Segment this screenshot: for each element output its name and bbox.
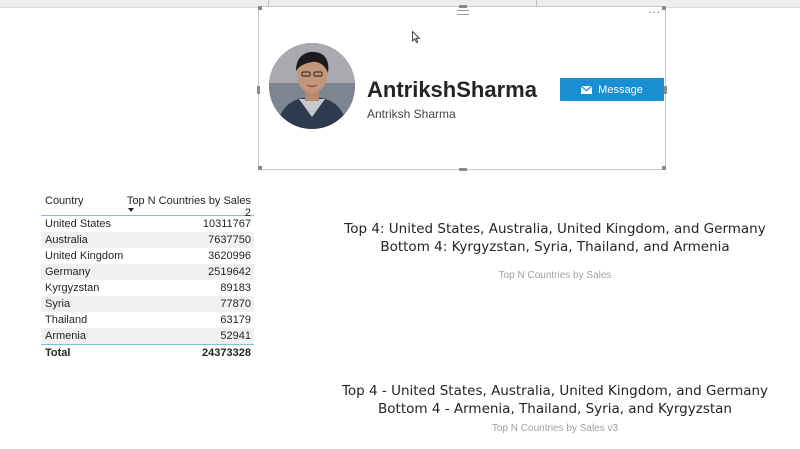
resize-handle-bottom-right[interactable] — [662, 166, 666, 170]
cell-country: Australia — [45, 234, 88, 246]
resize-handle-top-right[interactable] — [662, 6, 666, 10]
table-total-row: Total 24373328 — [41, 344, 254, 362]
table-row[interactable]: Germany 2519642 — [41, 264, 254, 280]
table-row[interactable]: Australia 7637750 — [41, 232, 254, 248]
cell-value: 7637750 — [208, 234, 251, 246]
avatar — [269, 43, 355, 129]
avatar-photo — [269, 43, 355, 129]
cell-country: Syria — [45, 298, 71, 310]
profile-name: AntrikshSharma — [367, 77, 537, 102]
topn-line-bottom: Bottom 4: Kyrgyzstan, Syria, Thailand, a… — [380, 239, 730, 255]
resize-handle-bottom-left[interactable] — [258, 166, 262, 170]
cell-country: Armenia — [45, 330, 86, 342]
cell-value: 10311767 — [202, 218, 251, 230]
cell-country: Germany — [45, 266, 91, 278]
total-label: Total — [45, 347, 71, 359]
cell-country: Thailand — [45, 314, 88, 326]
topn-text-card-2[interactable]: Top 4 - United States, Australia, United… — [310, 382, 800, 434]
sort-descending-icon[interactable] — [128, 208, 134, 212]
table-row[interactable]: United States 10311767 — [41, 216, 254, 232]
message-button-label: Message — [598, 83, 643, 96]
table-row[interactable]: Kyrgyzstan 89183 — [41, 280, 254, 296]
topn-text-card-1[interactable]: Top 4: United States, Australia, United … — [310, 220, 800, 281]
profile-subtitle: Antriksh Sharma — [367, 107, 456, 121]
cell-country: Kyrgyzstan — [45, 282, 100, 294]
cell-value: 52941 — [220, 330, 251, 342]
resize-handle-bottom[interactable] — [459, 168, 467, 171]
column-header-country[interactable]: Country — [41, 193, 123, 215]
topn-caption: Top N Countries by Sales — [498, 270, 612, 281]
more-options-icon[interactable]: ··· — [648, 8, 661, 19]
topn-line-top: Top 4: United States, Australia, United … — [344, 221, 766, 237]
resize-handle-right[interactable] — [664, 86, 667, 94]
resize-handle-top[interactable] — [459, 5, 467, 8]
topn-caption: Top N Countries by Sales v3 — [491, 423, 619, 434]
table-row[interactable]: United Kingdom 3620996 — [41, 248, 254, 264]
drag-grip-icon[interactable] — [457, 10, 469, 15]
profile-card-visual[interactable]: ··· AntrikshSharma Antriksh Sharma Messa… — [257, 5, 667, 171]
total-value: 24373328 — [202, 347, 251, 359]
cell-country: United Kingdom — [45, 250, 124, 262]
cell-value: 89183 — [220, 282, 251, 294]
resize-handle-left[interactable] — [257, 86, 260, 94]
cell-value: 2519642 — [208, 266, 251, 278]
topn-line-top: Top 4 - United States, Australia, United… — [341, 383, 769, 399]
table-header: Country Top N Countries by Sales 2 — [41, 193, 254, 219]
column-header-topn[interactable]: Top N Countries by Sales 2 — [123, 193, 254, 219]
cell-country: United States — [45, 218, 112, 230]
mouse-pointer-icon — [412, 31, 420, 43]
cell-value: 63179 — [220, 314, 251, 326]
topn-line-bottom: Bottom 4 - Armenia, Thailand, Syria, and… — [378, 401, 732, 417]
resize-handle-top-left[interactable] — [258, 6, 262, 10]
table-row[interactable]: Thailand 63179 — [41, 312, 254, 328]
table-row[interactable]: Armenia 52941 — [41, 328, 254, 344]
message-button[interactable]: Message — [560, 78, 664, 101]
cell-value: 3620996 — [208, 250, 251, 262]
cell-value: 77870 — [220, 298, 251, 310]
table-row[interactable]: Syria 77870 — [41, 296, 254, 312]
sales-table[interactable]: Country Top N Countries by Sales 2 Unite… — [41, 193, 254, 362]
table-body: United States 10311767 Australia 7637750 Uni… — [41, 216, 254, 344]
mail-icon — [581, 85, 593, 94]
